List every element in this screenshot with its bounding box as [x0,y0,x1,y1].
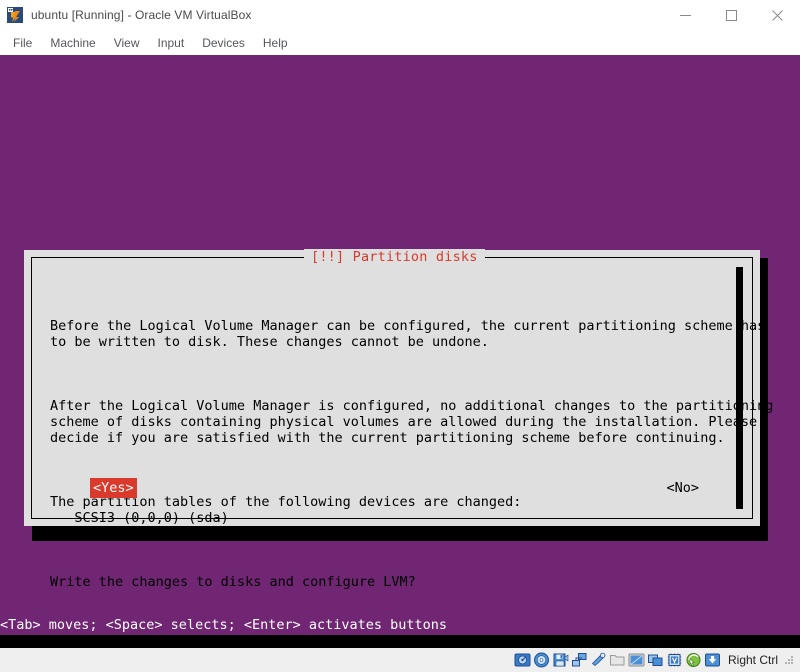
menu-input[interactable]: Input [149,33,194,53]
partition-disks-dialog: [!!] Partition disks Before the Logical … [24,250,760,526]
vm-features-icon[interactable] [666,652,683,668]
dialog-paragraph-1: Before the Logical Volume Manager can be… [50,318,726,350]
floppy-disk-icon[interactable] [552,652,569,668]
dialog-question: Write the changes to disks and configure… [50,574,726,590]
dialog-scrollbar-thumb[interactable] [736,267,743,509]
window-controls [662,0,800,30]
virtualbox-window: ubuntu [Running] - Oracle VM VirtualBox … [0,0,800,672]
yes-button[interactable]: <Yes> [90,478,137,498]
menu-view[interactable]: View [105,33,149,53]
menubar: File Machine View Input Devices Help [0,30,800,55]
menu-file[interactable]: File [4,33,41,53]
dialog-title: [!!] Partition disks [304,249,485,266]
host-key-icon[interactable] [704,652,721,668]
menu-devices[interactable]: Devices [193,33,254,53]
resize-grip[interactable] [784,655,794,665]
status-icon-group [514,652,721,668]
maximize-icon[interactable] [708,0,754,30]
optical-disk-icon[interactable] [533,652,550,668]
window-title: ubuntu [Running] - Oracle VM VirtualBox [31,8,251,22]
host-key-label: Right Ctrl [728,653,778,667]
dialog-body: Before the Logical Volume Manager can be… [50,286,726,622]
network-icon[interactable] [571,652,588,668]
vm-statusbar: Right Ctrl [0,648,800,672]
minimize-icon[interactable] [662,0,708,30]
dialog-frame: [!!] Partition disks Before the Logical … [31,257,753,519]
virtualbox-logo-icon [7,7,23,23]
usb-icon[interactable] [590,652,607,668]
no-button[interactable]: <No> [663,478,702,498]
dialog-paragraph-2: After the Logical Volume Manager is conf… [50,398,726,446]
remote-desktop-icon[interactable] [647,652,664,668]
vm-bottom-bar [0,635,800,648]
vm-display[interactable]: [!!] Partition disks Before the Logical … [0,55,800,648]
menu-help[interactable]: Help [254,33,297,53]
dialog-paragraph-3: The partition tables of the following de… [50,494,726,526]
shared-folders-icon[interactable] [609,652,626,668]
vm-help-line: <Tab> moves; <Space> selects; <Enter> ac… [0,616,800,635]
mouse-integration-icon[interactable] [685,652,702,668]
window-titlebar: ubuntu [Running] - Oracle VM VirtualBox [0,0,800,30]
hard-disk-icon[interactable] [514,652,531,668]
dialog-buttons: <Yes> <No> [50,478,726,496]
close-icon[interactable] [754,0,800,30]
menu-machine[interactable]: Machine [41,33,104,53]
dialog-scrollbar[interactable] [736,267,743,509]
display-icon[interactable] [628,652,645,668]
